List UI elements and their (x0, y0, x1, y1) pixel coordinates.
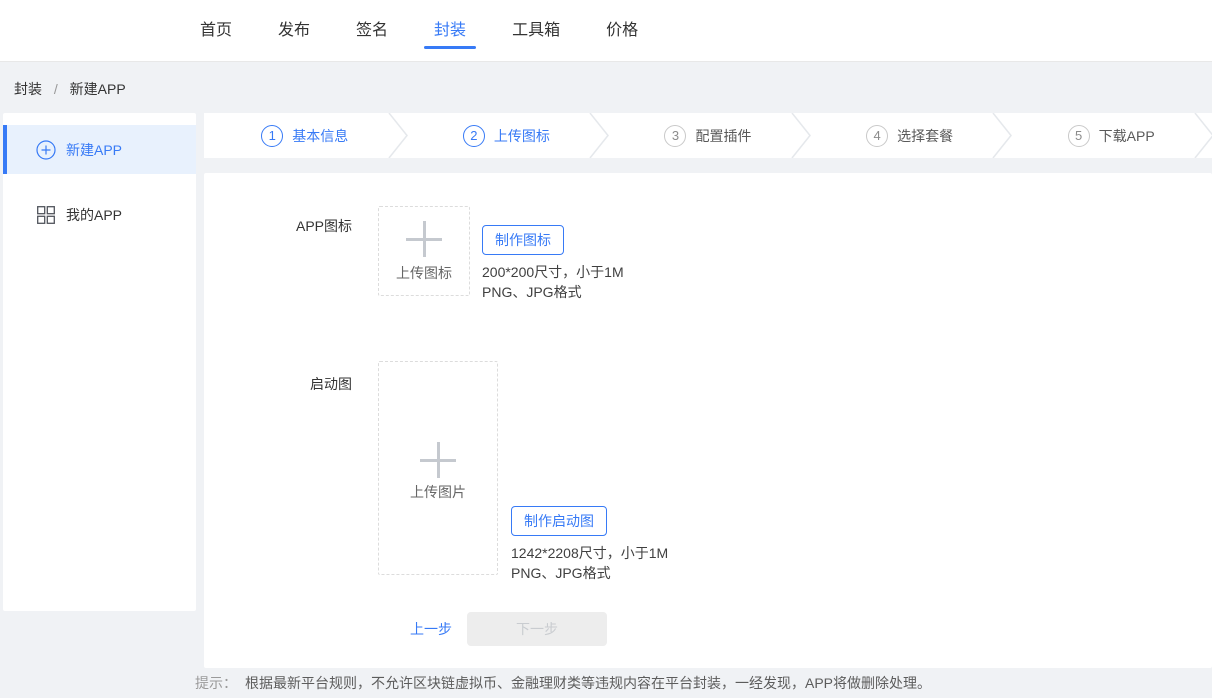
sidebar: 新建APP 我的APP (3, 113, 196, 611)
main-panel: APP图标 上传图标 制作图标 200*200尺寸，小于1M PNG、JPG格式… (204, 173, 1212, 668)
nav-item-publish[interactable]: 发布 (278, 20, 310, 42)
splash-image-row: 启动图 上传图片 制作启动图 1242*2208尺寸，小于1M PNG、JPG格… (204, 361, 1212, 583)
splash-hint-size: 1242*2208尺寸，小于1M (511, 543, 668, 563)
nav-item-sign[interactable]: 签名 (356, 20, 388, 42)
splash-side: 制作启动图 1242*2208尺寸，小于1M PNG、JPG格式 (511, 506, 668, 583)
step-configure-plugins: 3 配置插件 (607, 113, 809, 158)
breadcrumb-section[interactable]: 封装 (14, 81, 42, 97)
plus-circle-icon (36, 140, 56, 160)
plus-icon (406, 221, 442, 257)
app-icon-row: APP图标 上传图标 制作图标 200*200尺寸，小于1M PNG、JPG格式 (204, 206, 1212, 302)
upload-image-text: 上传图片 (410, 482, 466, 502)
next-step-button[interactable]: 下一步 (467, 612, 607, 646)
prev-step-link[interactable]: 上一步 (410, 612, 452, 646)
grid-icon (36, 205, 56, 225)
step-basic-info: 1 基本信息 (204, 113, 406, 158)
app-icon-side: 制作图标 200*200尺寸，小于1M PNG、JPG格式 (482, 225, 624, 302)
footer-tip: 提示： 根据最新平台规则，不允许区块链虚拟币、金融理财类等违规内容在平台封装，一经… (195, 673, 931, 693)
step-download-app: 5 下载APP (1010, 113, 1212, 158)
app-icon-hint-size: 200*200尺寸，小于1M (482, 262, 624, 282)
app-icon-label: APP图标 (204, 206, 352, 302)
step-label: 下载APP (1099, 126, 1155, 146)
splash-upload-box[interactable]: 上传图片 (378, 361, 498, 575)
sidebar-item-label: 新建APP (66, 140, 122, 160)
step-select-plan: 4 选择套餐 (809, 113, 1011, 158)
step-number-badge: 4 (866, 125, 888, 147)
sidebar-item-my-app[interactable]: 我的APP (3, 190, 196, 239)
make-icon-button[interactable]: 制作图标 (482, 225, 564, 255)
splash-label: 启动图 (204, 361, 352, 583)
app-icon-hint-format: PNG、JPG格式 (482, 282, 624, 302)
nav-item-package[interactable]: 封装 (434, 20, 466, 42)
nav-item-price[interactable]: 价格 (606, 20, 638, 42)
step-number-badge: 5 (1068, 125, 1090, 147)
sidebar-item-label: 我的APP (66, 205, 122, 225)
breadcrumb-separator: / (54, 81, 58, 97)
breadcrumb-current: 新建APP (70, 81, 126, 97)
step-number-badge: 3 (664, 125, 686, 147)
chevron-right-icon (589, 113, 609, 158)
make-splash-button[interactable]: 制作启动图 (511, 506, 607, 536)
app-icon-upload-box[interactable]: 上传图标 (378, 206, 470, 296)
step-label: 选择套餐 (897, 126, 953, 146)
step-upload-icon: 2 上传图标 (406, 113, 608, 158)
chevron-right-icon (992, 113, 1012, 158)
top-nav: 首页 发布 签名 封装 工具箱 价格 (0, 0, 1212, 62)
step-label: 配置插件 (695, 126, 751, 146)
nav-item-toolbox[interactable]: 工具箱 (512, 20, 560, 42)
chevron-right-icon (791, 113, 811, 158)
splash-hint-format: PNG、JPG格式 (511, 563, 668, 583)
chevron-right-icon (388, 113, 408, 158)
step-label: 基本信息 (292, 126, 348, 146)
upload-icon-text: 上传图标 (396, 263, 452, 283)
nav-item-home[interactable]: 首页 (200, 20, 232, 42)
step-number-badge: 2 (463, 125, 485, 147)
footer-tip-prefix: 提示： (195, 675, 237, 691)
footer-tip-text: 根据最新平台规则，不允许区块链虚拟币、金融理财类等违规内容在平台封装，一经发现，… (245, 675, 931, 691)
chevron-right-icon (1194, 113, 1212, 158)
breadcrumb: 封装 / 新建APP (14, 79, 126, 99)
step-number-badge: 1 (261, 125, 283, 147)
step-wizard: 1 基本信息 2 上传图标 3 配置插件 4 选择套餐 5 下载APP (204, 113, 1212, 158)
sidebar-item-new-app[interactable]: 新建APP (3, 125, 196, 174)
wizard-actions: 上一步 下一步 (410, 612, 1212, 646)
step-label: 上传图标 (494, 126, 550, 146)
plus-icon (420, 442, 456, 478)
